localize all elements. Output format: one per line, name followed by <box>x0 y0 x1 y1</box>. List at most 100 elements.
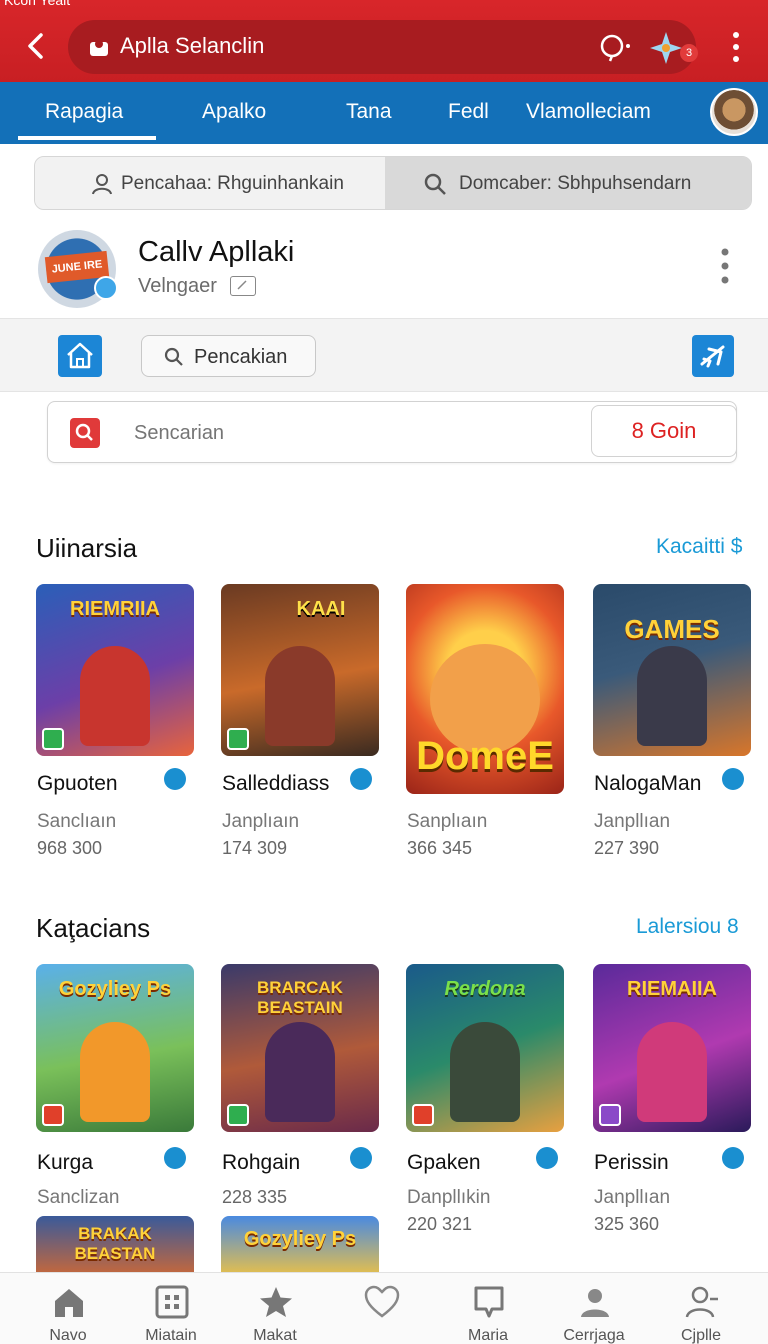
segment-left-label: Pencahaa: Rhguinhankain <box>121 173 344 194</box>
nav-item-favorites[interactable] <box>336 1273 426 1344</box>
star-icon <box>260 1287 292 1317</box>
card-subtitle: Sanclizan <box>37 1187 120 1208</box>
game-badge-icon <box>412 1104 434 1126</box>
game-badge-icon <box>227 1104 249 1126</box>
flight-button[interactable] <box>692 335 734 377</box>
verified-check-icon <box>536 1147 558 1169</box>
avatar[interactable] <box>710 88 758 136</box>
card-title[interactable]: Gpuoten <box>37 772 118 796</box>
nav-label: Makat <box>253 1327 297 1344</box>
card-subtitle: Janpllıan <box>594 1187 671 1208</box>
section-see-all-link[interactable]: Kacaitti $ <box>656 535 742 559</box>
game-card-image[interactable]: Gozyliey Ps <box>221 1216 379 1276</box>
card-title[interactable]: Kurga <box>37 1151 93 1175</box>
address-bar[interactable]: Aplla Selanclin 3 <box>68 20 698 74</box>
game-badge-icon <box>42 1104 64 1126</box>
nav-item-cjplle[interactable]: Cjplle <box>656 1273 746 1344</box>
tab-vlamolleciam[interactable]: Vlamolleciam <box>526 100 651 124</box>
section-see-all-link[interactable]: Lalersiou 8 <box>636 915 739 939</box>
card-count: 325 360 <box>594 1214 660 1234</box>
card-subtitle: Sanclıaın <box>37 811 117 832</box>
game-badge-icon <box>42 728 64 750</box>
overflow-menu-icon[interactable] <box>726 30 746 64</box>
segment-right-label: Domcaber: Sbhpuhsendarn <box>459 173 692 194</box>
nav-item-makat[interactable]: Makat <box>230 1273 320 1344</box>
card-count: 228 335 <box>222 1187 288 1207</box>
section-title: Uiinarsia <box>36 533 138 563</box>
game-card-image[interactable]: Gozyliey Ps <box>36 964 194 1132</box>
tab-rapagia[interactable]: Rapagia <box>45 100 123 124</box>
tag-icon[interactable] <box>230 276 256 296</box>
segment-people-search[interactable]: Pencahaa: Rhguinhankain <box>35 157 385 209</box>
voice-search-icon[interactable] <box>598 32 632 62</box>
game-card-image[interactable]: Rerdona <box>406 964 564 1132</box>
chevron-left-icon <box>28 33 43 59</box>
person-icon <box>92 174 112 195</box>
tab-tana[interactable]: Tana <box>346 100 392 124</box>
go-button[interactable]: 8 Goin <box>591 405 737 457</box>
nav-item-maria[interactable]: Maria <box>443 1273 533 1344</box>
card-title[interactable]: Gpaken <box>407 1151 481 1175</box>
status-bar: Kcon Yealt <box>0 0 768 8</box>
game-card-image[interactable]: RIEMAIIA <box>593 964 751 1132</box>
card-art-title: KAAI <box>296 598 346 620</box>
address-text: Aplla Selanclin <box>120 33 265 58</box>
active-tab-indicator <box>18 136 156 140</box>
search-bar: 8 Goin <box>47 401 737 463</box>
card-character <box>637 646 707 746</box>
home-button[interactable] <box>58 335 102 377</box>
card-art-title: Rerdona <box>444 978 526 1000</box>
verified-check-icon <box>164 768 186 790</box>
app-title: Callv Apllaki <box>138 236 295 268</box>
section-title: Kaţacians <box>36 913 151 943</box>
card-count: 220 321 <box>407 1214 473 1234</box>
magnifier-glyph <box>75 423 93 441</box>
game-card-image[interactable]: GAMES <box>593 584 751 756</box>
verified-check-icon <box>164 1147 186 1169</box>
card-character <box>637 1022 707 1122</box>
nav-label: Cerrjaga <box>563 1327 625 1344</box>
card-title[interactable]: Salleddiass <box>222 772 329 796</box>
card-subtitle: Janplıaın <box>222 811 300 832</box>
card-title[interactable]: Rohgain <box>222 1151 300 1175</box>
card-count: 366 345 <box>407 838 473 858</box>
home-icon <box>55 1289 83 1317</box>
game-card-image[interactable]: DomeE <box>406 584 564 794</box>
card-count: 227 390 <box>594 838 660 858</box>
segmented-search: Pencahaa: Rhguinhankain Domcaber: Sbhpuh… <box>34 156 752 210</box>
game-card-image[interactable]: KAAI <box>221 584 379 756</box>
card-art-title: BRARCAK BEASTAIN <box>257 978 343 1017</box>
card-subtitle: Janpllıan <box>594 811 671 832</box>
search-input[interactable] <box>134 422 554 445</box>
nav-item-cerrjaga[interactable]: Cerrjaga <box>549 1273 639 1344</box>
tab-fedl[interactable]: Fedl <box>448 100 489 124</box>
verified-check-icon <box>350 1147 372 1169</box>
card-art-title: RIEMRIIA <box>70 598 160 620</box>
heart-icon <box>364 1285 400 1318</box>
profile-icon <box>685 1286 718 1318</box>
game-card-image[interactable]: BRAKAK BEASTAN <box>36 1216 194 1276</box>
app-menu-icon[interactable] <box>716 246 734 286</box>
extension-badge: 3 <box>680 44 698 62</box>
search-icon[interactable] <box>70 418 100 448</box>
card-art-title: Gozyliey Ps <box>243 1228 357 1250</box>
chat-icon <box>474 1286 504 1318</box>
back-button[interactable] <box>18 28 54 64</box>
game-card-image[interactable]: BRARCAK BEASTAIN <box>221 964 379 1132</box>
person-icon <box>581 1289 609 1317</box>
lock-icon <box>90 40 108 56</box>
slash-icon <box>237 280 247 290</box>
card-title[interactable]: NalogaMan <box>594 772 701 796</box>
card-subtitle: Sanplıaın <box>407 811 488 832</box>
nav-item-miatain[interactable]: Miatain <box>126 1273 216 1344</box>
segment-domain-search[interactable]: Domcaber: Sbhpuhsendarn <box>385 157 751 209</box>
nav-item-navo[interactable]: Navo <box>23 1273 113 1344</box>
browser-top-bar: Kcon Yealt Aplla Selanclin 3 <box>0 0 768 82</box>
tab-apalko[interactable]: Apalko <box>202 100 266 124</box>
search-icon <box>424 173 446 195</box>
search-icon <box>164 347 183 366</box>
game-card-image[interactable]: RIEMRIIA <box>36 584 194 756</box>
search-pill-button[interactable]: Pencakian <box>141 335 316 377</box>
card-character <box>80 646 150 746</box>
card-title[interactable]: Perissin <box>594 1151 669 1175</box>
